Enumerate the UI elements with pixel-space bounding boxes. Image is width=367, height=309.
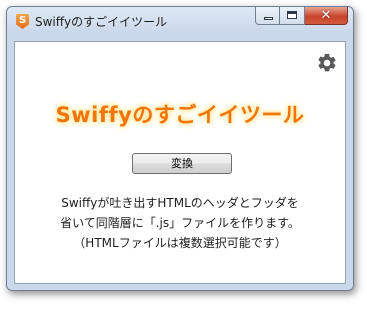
app-icon[interactable]: S bbox=[16, 14, 29, 29]
description-line: Swiffyが吐き出すHTMLのヘッダとフッダを bbox=[61, 196, 299, 210]
title-bar[interactable]: S Swiffyのすごイイツール ✕ bbox=[7, 7, 353, 35]
window-controls: ✕ bbox=[255, 7, 348, 26]
maximize-button[interactable] bbox=[280, 7, 305, 25]
minimize-icon bbox=[264, 17, 273, 20]
description-line: （HTMLファイルは複数選択可能です） bbox=[73, 236, 287, 250]
convert-button[interactable]: 変換 bbox=[132, 153, 232, 174]
minimize-button[interactable] bbox=[255, 7, 280, 25]
app-icon-glyph: S bbox=[19, 15, 27, 26]
description-line: 省いて同階層に「.js」ファイルを作ります。 bbox=[60, 216, 300, 230]
description: Swiffyが吐き出すHTMLのヘッダとフッダを 省いて同階層に「.js」ファイ… bbox=[15, 193, 345, 253]
close-icon: ✕ bbox=[320, 8, 332, 23]
banner-title: Swiffyのすごイイツール bbox=[55, 103, 305, 127]
maximize-icon bbox=[287, 11, 297, 19]
client-area: Swiffyのすごイイツール 変換 Swiffyが吐き出すHTMLのヘッダとフッ… bbox=[14, 41, 346, 284]
app-window: S Swiffyのすごイイツール ✕ Swiffyのすごイイツール 変換 Swi… bbox=[6, 6, 354, 291]
gear-icon[interactable] bbox=[316, 52, 338, 74]
close-button[interactable]: ✕ bbox=[305, 7, 348, 25]
window-title: Swiffyのすごイイツール bbox=[35, 15, 168, 29]
